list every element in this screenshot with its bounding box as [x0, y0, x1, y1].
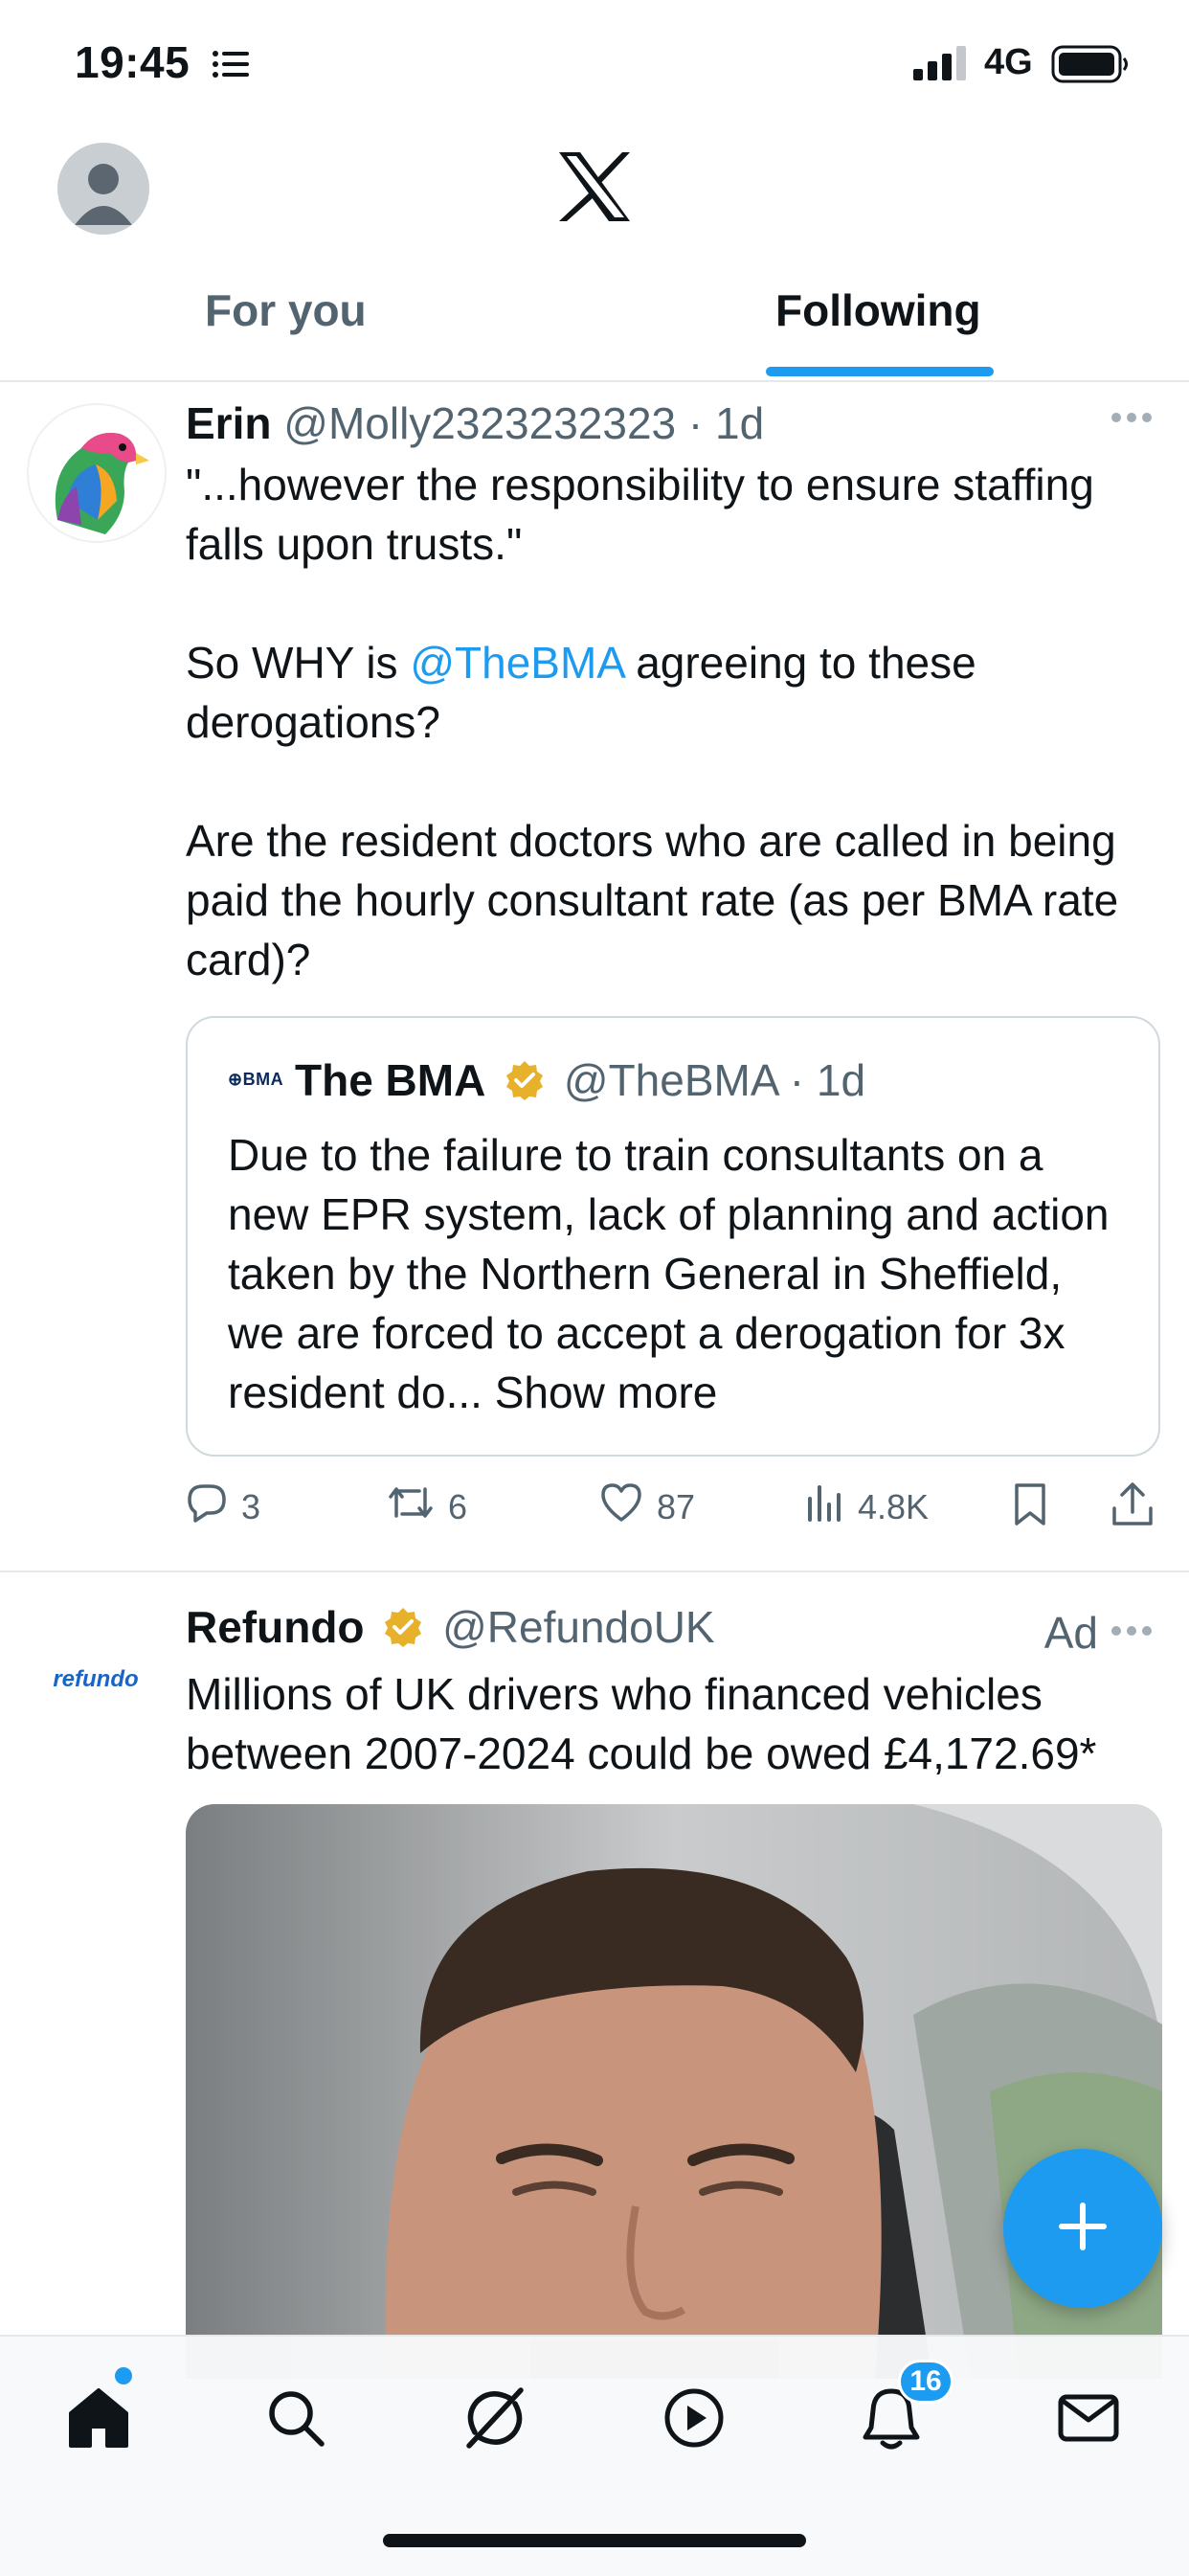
nav-home[interactable]: [56, 2377, 142, 2463]
repost-count: 6: [448, 1486, 468, 1526]
list-icon: [213, 50, 251, 83]
more-options-icon[interactable]: [1110, 411, 1153, 428]
tweet-header: Erin @Molly2323232323 · 1d: [186, 397, 764, 449]
reply-icon: [186, 1481, 228, 1532]
quote-author-handle: @TheBMA: [563, 1055, 777, 1105]
nav-messages[interactable]: [1045, 2377, 1132, 2463]
author-handle[interactable]: @RefundoUK: [442, 1602, 715, 1652]
tweet-text: "...however the responsibility to ensure…: [186, 455, 1162, 1049]
x-logo-icon[interactable]: [555, 150, 634, 228]
share-icon: [1110, 1481, 1155, 1536]
nav-videos[interactable]: [651, 2377, 737, 2463]
nav-search[interactable]: [253, 2377, 339, 2463]
author-handle[interactable]: @Molly2323232323: [283, 398, 676, 448]
tweet-paragraph: So WHY is @TheBMA agreeing to these dero…: [186, 633, 1162, 752]
tab-following[interactable]: Following: [775, 284, 981, 336]
reply-button[interactable]: 3: [186, 1481, 260, 1532]
tweet[interactable]: Erin @Molly2323232323 · 1d "...however t…: [0, 380, 1189, 1572]
search-icon: [264, 2386, 327, 2454]
home-icon: [65, 2384, 132, 2456]
compose-post-button[interactable]: [1003, 2149, 1162, 2308]
tweet-text-segment: So WHY is: [186, 638, 411, 688]
top-header: For you Following: [0, 129, 1189, 382]
repost-button[interactable]: 6: [387, 1481, 467, 1532]
home-indicator-bar: [383, 2534, 806, 2547]
grok-icon: [461, 2384, 528, 2456]
author-name[interactable]: Refundo: [186, 1602, 365, 1652]
battery-icon: [1051, 45, 1130, 88]
mail-icon: [1057, 2391, 1120, 2450]
tweet-actions: 3 6 87 4.8K: [186, 1481, 1162, 1535]
nav-grok[interactable]: [452, 2377, 538, 2463]
home-unread-dot: [115, 2367, 132, 2384]
quote-author-name: The BMA: [295, 1055, 486, 1105]
view-count: 4.8K: [858, 1486, 930, 1526]
notification-count-badge: 16: [898, 2360, 953, 2404]
quote-text: Due to the failure to train consultants …: [228, 1125, 1128, 1422]
tweet-paragraph: "...however the responsibility to ensure…: [186, 460, 1094, 569]
play-circle-icon: [662, 2385, 727, 2455]
ad-label: Ad: [1043, 1608, 1098, 1658]
views-button[interactable]: 4.8K: [806, 1481, 929, 1532]
bookmark-icon: [1011, 1481, 1049, 1536]
signal-icon: [913, 46, 967, 85]
more-options-icon[interactable]: [1110, 1624, 1153, 1641]
network-label: 4G: [984, 42, 1033, 82]
heart-icon: [599, 1481, 643, 1532]
status-time: 19:45: [75, 37, 191, 87]
verified-badge-icon: [504, 1059, 546, 1112]
author-name[interactable]: Erin: [186, 398, 271, 448]
ad-body-text: Millions of UK drivers who financed vehi…: [186, 1669, 1097, 1778]
like-button[interactable]: 87: [599, 1481, 695, 1532]
repost-icon: [387, 1481, 435, 1532]
tweet-time: · 1d: [687, 398, 765, 448]
tweet-paragraph: Are the resident doctors who are called …: [186, 816, 1119, 984]
user-avatar[interactable]: [27, 403, 167, 543]
status-bar: 19:45 4G: [0, 0, 1189, 129]
quoted-tweet[interactable]: ⊕BMA The BMA @TheBMA · 1d Due to the fai…: [186, 1016, 1160, 1457]
share-button[interactable]: [1110, 1481, 1155, 1536]
refundo-logo: refundo: [53, 1666, 139, 1692]
advertiser-avatar[interactable]: refundo: [29, 1613, 163, 1747]
mention-link[interactable]: @TheBMA: [410, 638, 623, 688]
quote-time: · 1d: [789, 1055, 866, 1105]
analytics-icon: [806, 1481, 844, 1532]
like-count: 87: [657, 1486, 696, 1526]
plus-icon: [1056, 2200, 1110, 2258]
tab-active-indicator: [766, 367, 994, 376]
bma-logo: ⊕BMA: [228, 1070, 284, 1089]
show-more-link[interactable]: Show more: [495, 1367, 718, 1417]
profile-avatar[interactable]: [57, 143, 149, 235]
reply-count: 3: [241, 1486, 261, 1526]
tweet-header: Refundo @RefundoUK: [186, 1601, 715, 1659]
verified-badge-icon: [382, 1606, 424, 1659]
tab-for-you[interactable]: For you: [205, 284, 367, 336]
ad-video-thumbnail[interactable]: [186, 1804, 1162, 2379]
quote-header: The BMA @TheBMA · 1d: [295, 1054, 865, 1112]
tweet-text: Millions of UK drivers who financed vehi…: [186, 1664, 1162, 1783]
bookmark-button[interactable]: [1011, 1481, 1049, 1536]
